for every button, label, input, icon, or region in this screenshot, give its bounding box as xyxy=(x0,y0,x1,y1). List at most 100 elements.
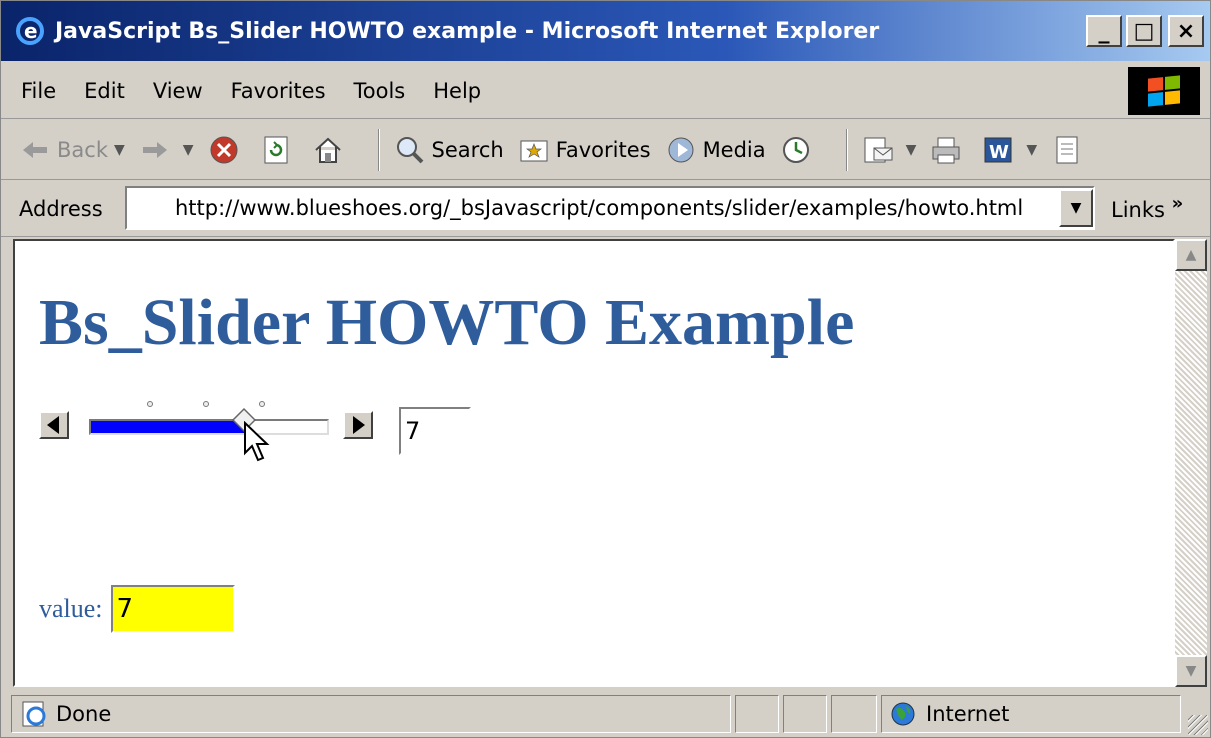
media-icon xyxy=(665,134,697,166)
search-label: Search xyxy=(431,137,504,162)
slider-tick xyxy=(147,401,153,407)
svg-text:W: W xyxy=(989,142,1009,163)
chevron-down-icon[interactable]: ▼ xyxy=(183,142,194,158)
zone-text: Internet xyxy=(926,702,1010,726)
menu-help[interactable]: Help xyxy=(433,79,481,103)
toolbar: Back ▼ ▼ Search Favorites Media ▼ W ▼ xyxy=(1,120,1210,180)
security-zone: Internet xyxy=(881,695,1181,733)
stop-icon xyxy=(208,134,240,166)
edit-word-button[interactable]: W ▼ xyxy=(982,134,1037,166)
slider-tick xyxy=(259,401,265,407)
page-content: Bs_Slider HOWTO Example 7 value: 7 xyxy=(13,239,1175,687)
chevron-down-icon[interactable]: ▼ xyxy=(1026,142,1037,158)
favorites-button[interactable]: Favorites xyxy=(518,134,651,166)
forward-button[interactable]: ▼ xyxy=(139,134,194,166)
value-label: value: xyxy=(39,594,103,623)
status-panel-empty xyxy=(735,695,779,733)
chevron-up-icon: ▲ xyxy=(1185,247,1197,263)
menu-edit[interactable]: Edit xyxy=(84,79,125,103)
address-url: http://www.blueshoes.org/_bsJavascript/c… xyxy=(175,196,1024,220)
forward-arrow-icon xyxy=(139,134,171,166)
history-icon xyxy=(780,134,812,166)
refresh-icon xyxy=(260,134,292,166)
back-arrow-icon xyxy=(19,134,51,166)
media-label: Media xyxy=(702,137,766,162)
browser-window: e JavaScript Bs_Slider HOWTO example - M… xyxy=(0,0,1211,738)
page-title: Bs_Slider HOWTO Example xyxy=(39,286,855,359)
chevron-right-icon: » xyxy=(1171,193,1184,214)
mouse-cursor-icon xyxy=(244,421,270,462)
maximize-button[interactable]: □ xyxy=(1126,15,1162,47)
favorites-icon xyxy=(518,134,550,166)
favorites-label: Favorites xyxy=(555,137,651,162)
links-label: Links xyxy=(1111,198,1165,222)
status-panel: Done xyxy=(11,695,731,733)
toolbar-separator xyxy=(377,128,380,171)
vertical-scrollbar[interactable]: ▲ ▼ xyxy=(1175,239,1207,687)
address-label: Address xyxy=(19,196,103,221)
print-icon xyxy=(930,134,962,166)
toolbar-separator xyxy=(845,128,848,171)
document-icon xyxy=(1051,134,1083,166)
slider-decrease-button[interactable] xyxy=(39,411,69,439)
svg-text:e: e xyxy=(24,19,38,43)
window-title: JavaScript Bs_Slider HOWTO example - Mic… xyxy=(55,18,880,44)
chevron-down-icon[interactable]: ▼ xyxy=(906,142,917,158)
slider-tick xyxy=(203,401,209,407)
home-icon xyxy=(312,134,344,166)
slider-control[interactable]: 7 xyxy=(39,399,471,462)
windows-logo-icon xyxy=(1128,67,1200,115)
menu-tools[interactable]: Tools xyxy=(354,79,406,103)
slider-value-input[interactable]: 7 xyxy=(399,407,471,455)
address-bar: Address http://www.blueshoes.org/_bsJava… xyxy=(1,181,1210,237)
globe-icon xyxy=(891,702,915,726)
maximize-icon: □ xyxy=(1133,18,1155,44)
back-button[interactable]: Back ▼ xyxy=(19,134,125,166)
mail-icon xyxy=(862,134,894,166)
address-input[interactable]: http://www.blueshoes.org/_bsJavascript/c… xyxy=(125,186,1095,230)
status-panel-empty xyxy=(783,695,827,733)
slider-value-text: 7 xyxy=(405,417,421,445)
status-text: Done xyxy=(56,702,112,726)
menu-favorites[interactable]: Favorites xyxy=(231,79,326,103)
chevron-down-icon: ▼ xyxy=(1070,200,1082,216)
scroll-down-button[interactable]: ▼ xyxy=(1175,655,1207,687)
stop-button[interactable] xyxy=(208,134,246,166)
menu-view[interactable]: View xyxy=(153,79,203,103)
scroll-up-button[interactable]: ▲ xyxy=(1175,239,1207,271)
word-icon: W xyxy=(982,134,1014,166)
value-input[interactable]: 7 xyxy=(110,585,235,633)
arrow-right-icon xyxy=(353,416,365,434)
menu-file[interactable]: File xyxy=(21,79,56,103)
arrow-left-icon xyxy=(47,416,59,434)
slider-increase-button[interactable] xyxy=(343,411,373,439)
close-button[interactable]: × xyxy=(1168,15,1204,47)
value-row: value: 7 xyxy=(39,585,235,633)
title-bar[interactable]: e JavaScript Bs_Slider HOWTO example - M… xyxy=(1,1,1210,61)
menu-bar: File Edit View Favorites Tools Help xyxy=(1,63,1210,119)
chevron-down-icon[interactable]: ▼ xyxy=(114,142,125,158)
chevron-down-icon: ▼ xyxy=(1185,663,1197,679)
page-done-icon xyxy=(22,701,46,727)
slider-track[interactable] xyxy=(89,401,329,435)
status-panel-empty xyxy=(831,695,877,733)
print-button[interactable] xyxy=(930,134,968,166)
slider-fill xyxy=(91,421,245,433)
minimize-button[interactable]: _ xyxy=(1086,15,1122,47)
address-dropdown-button[interactable]: ▼ xyxy=(1059,189,1093,227)
home-button[interactable] xyxy=(312,134,350,166)
value-text: 7 xyxy=(116,594,134,624)
history-button[interactable] xyxy=(780,134,818,166)
minimize-icon: _ xyxy=(1098,18,1110,44)
media-button[interactable]: Media xyxy=(665,134,766,166)
refresh-button[interactable] xyxy=(260,134,298,166)
search-button[interactable]: Search xyxy=(394,134,504,166)
search-icon xyxy=(394,134,426,166)
close-icon: × xyxy=(1176,18,1196,44)
back-label: Back xyxy=(57,137,108,162)
resize-grip[interactable] xyxy=(1188,715,1208,735)
discuss-button[interactable] xyxy=(1051,134,1089,166)
status-bar: Done Internet xyxy=(1,691,1210,737)
mail-button[interactable]: ▼ xyxy=(862,134,917,166)
links-button[interactable]: Links » xyxy=(1111,193,1183,222)
